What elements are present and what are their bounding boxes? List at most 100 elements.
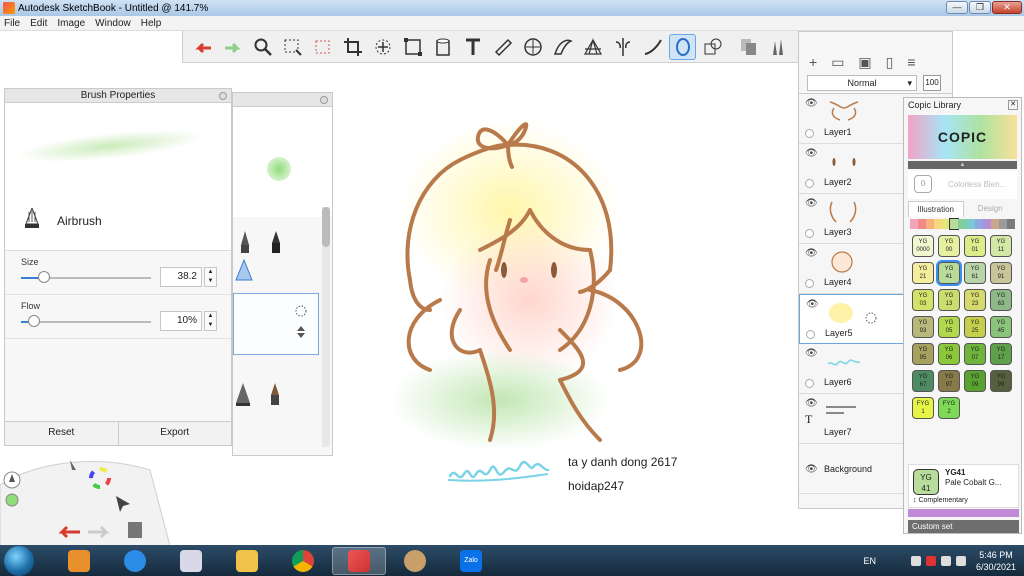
tray-icon[interactable] [910,555,921,566]
eye-icon[interactable]: 👁 [805,398,818,409]
complementary-color-swatch[interactable] [908,509,1019,517]
copic-color-chip[interactable]: YG 0000 [912,235,934,257]
close-button[interactable]: ✕ [992,1,1022,14]
opacity-field[interactable]: 100 [923,75,941,91]
tab-illustration[interactable]: Illustration [908,201,964,217]
copic-color-chip[interactable]: YG 91 [990,262,1012,284]
size-slider-knob[interactable] [38,271,51,283]
network-icon[interactable] [940,555,951,566]
eye-icon[interactable]: 👁 [805,464,818,475]
reset-button[interactable]: Reset [5,422,118,445]
copic-color-chip[interactable]: YG 67 [912,370,934,392]
clock[interactable]: 5:46 PM 6/30/2021 [976,549,1016,573]
brush-triangle-icon[interactable] [235,259,253,281]
copic-color-chip[interactable]: YG 06 [938,343,960,365]
layer-select-radio[interactable] [805,229,814,238]
copic-color-chip[interactable]: FYG 1 [912,397,934,419]
copic-color-chip[interactable]: YG 95 [912,343,934,365]
taskbar-paint[interactable] [388,547,442,575]
zoom-button[interactable] [249,34,276,60]
menu-window[interactable]: Window [95,18,131,29]
start-button[interactable] [4,545,34,576]
collapse-arrow-icon[interactable]: ▲ [908,161,1017,169]
selected-brush-slot[interactable] [233,293,319,355]
copic-color-chip[interactable]: YG 05 [938,316,960,338]
copic-color-chip[interactable]: YG 00 [938,235,960,257]
custom-set-bar[interactable]: Custom set [908,520,1019,533]
add-layer-icon[interactable]: + [809,54,817,71]
copic-color-chip[interactable]: YG 41 [936,260,962,286]
perspective-button[interactable] [579,34,606,60]
tray-icon[interactable] [925,555,936,566]
eye-icon[interactable]: 👁 [805,348,818,359]
copic-color-chip[interactable]: YG 93 [912,316,934,338]
taskbar-internet-explorer[interactable] [108,547,162,575]
copic-color-chip[interactable]: YG 07 [964,343,986,365]
copic-color-chip[interactable]: YG 63 [990,289,1012,311]
blend-mode-select[interactable]: Normal [807,75,917,91]
add-image-icon[interactable]: ▣ [858,54,871,71]
colorless-blender-chip[interactable]: 0 [914,175,932,193]
eye-icon[interactable]: 👁 [805,198,818,209]
colorless-blender-row[interactable]: 0 Colorless Blen... [908,171,1017,199]
scrollbar-thumb[interactable] [322,207,330,247]
panel-menu-icon[interactable] [320,96,328,104]
layer-select-radio[interactable] [805,279,814,288]
undo-button[interactable] [189,34,216,60]
crop-button[interactable] [339,34,366,60]
layers-toggle-icon[interactable] [128,522,142,538]
shapes-button[interactable] [699,34,726,60]
brush-pencil-icon[interactable] [238,231,252,255]
add-group-icon[interactable]: ▭ [831,54,844,71]
sort-icon[interactable] [296,326,306,338]
menu-help[interactable]: Help [141,18,162,29]
fill-button[interactable] [429,34,456,60]
eye-icon[interactable]: 👁 [805,148,818,159]
copic-color-chip[interactable]: YG 99 [990,370,1012,392]
copic-color-chip[interactable]: YG 11 [990,235,1012,257]
flow-slider-knob[interactable] [28,315,40,327]
brush-stamp-icon[interactable] [269,383,281,407]
taskbar-file-explorer[interactable] [220,547,274,575]
menu-file[interactable]: File [4,18,20,29]
brush-cone-icon[interactable] [235,383,251,407]
french-curve-button[interactable] [549,34,576,60]
eye-icon[interactable]: 👁 [806,299,819,310]
brush-library-button[interactable] [765,34,792,60]
copy-paste-button[interactable] [735,34,762,60]
brush-puck-icon[interactable] [3,471,21,489]
panel-menu-icon[interactable] [219,92,227,100]
layer-select-radio[interactable] [805,379,814,388]
stroke-steady-button[interactable] [639,34,666,60]
layer-select-radio[interactable] [805,179,814,188]
layer-select-radio[interactable] [805,129,814,138]
language-indicator[interactable]: EN [863,556,876,566]
current-color-chip[interactable]: YG 41 [913,469,939,495]
tab-design[interactable]: Design [964,201,1018,217]
copic-color-chip[interactable]: YG 17 [990,343,1012,365]
color-family-strip[interactable] [910,218,1016,230]
maximize-button[interactable]: ❐ [969,1,991,14]
redo-button[interactable] [219,34,246,60]
flow-stepper[interactable]: ▲ ▼ [204,311,217,331]
minimize-button[interactable]: — [946,1,968,14]
delete-layer-icon[interactable]: ▯ [886,54,894,71]
symmetry-button[interactable] [609,34,636,60]
transform-button[interactable] [369,34,396,60]
predictive-stroke-button[interactable] [669,33,696,60]
copic-color-chip[interactable]: YG 09 [964,370,986,392]
taskbar-chrome[interactable] [276,547,330,575]
canvas-drawing[interactable] [380,100,700,450]
copic-color-chip[interactable]: YG 21 [912,262,934,284]
taskbar-zalo[interactable]: Zalo [444,547,498,575]
copic-color-chip[interactable]: YG 03 [912,289,934,311]
select-lasso-button[interactable] [309,34,336,60]
copic-color-chip[interactable]: YG 61 [964,262,986,284]
layer-select-radio[interactable] [806,330,815,339]
volume-icon[interactable] [955,555,966,566]
text-button[interactable] [459,34,486,60]
flow-value-field[interactable]: 10% [160,311,202,331]
size-stepper[interactable]: ▲ ▼ [204,267,217,287]
copic-color-chip[interactable]: YG 45 [990,316,1012,338]
ellipse-guide-button[interactable] [519,34,546,60]
